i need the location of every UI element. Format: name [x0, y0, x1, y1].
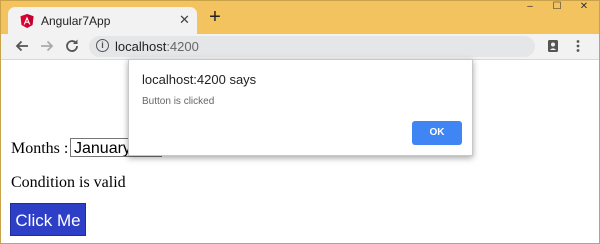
- browser-tab[interactable]: Angular7App ✕: [8, 7, 197, 34]
- new-tab-button[interactable]: +: [206, 7, 224, 27]
- profile-icon[interactable]: [545, 38, 561, 54]
- ok-button[interactable]: OK: [412, 121, 462, 145]
- click-me-button[interactable]: Click Me: [10, 203, 86, 236]
- alert-dialog: localhost:4200 says Button is clicked OK: [128, 59, 473, 156]
- back-arrow-icon[interactable]: [14, 38, 30, 54]
- minimize-button[interactable]: –: [519, 1, 541, 13]
- url-text: localhost:4200: [115, 39, 199, 54]
- browser-toolbar: i localhost:4200: [1, 34, 599, 60]
- close-window-button[interactable]: ✕: [573, 1, 595, 13]
- dialog-title: localhost:4200 says: [142, 72, 257, 87]
- title-bar: Angular7App ✕ + – ☐ ✕: [1, 1, 599, 34]
- maximize-button[interactable]: ☐: [546, 1, 568, 13]
- condition-text: Condition is valid: [11, 174, 126, 191]
- menu-kebab-icon[interactable]: [570, 38, 586, 54]
- address-bar[interactable]: i localhost:4200: [89, 36, 535, 57]
- tab-close-icon[interactable]: ✕: [179, 13, 190, 27]
- info-icon[interactable]: i: [96, 39, 109, 52]
- browser-window: Angular7App ✕ + – ☐ ✕ i localhost:4200 M…: [0, 0, 600, 244]
- dialog-message: Button is clicked: [142, 96, 215, 107]
- tab-title: Angular7App: [41, 14, 111, 28]
- reload-icon[interactable]: [64, 38, 80, 54]
- months-label: Months :: [11, 140, 69, 157]
- angular-icon: [20, 14, 34, 28]
- forward-arrow-icon[interactable]: [39, 38, 55, 54]
